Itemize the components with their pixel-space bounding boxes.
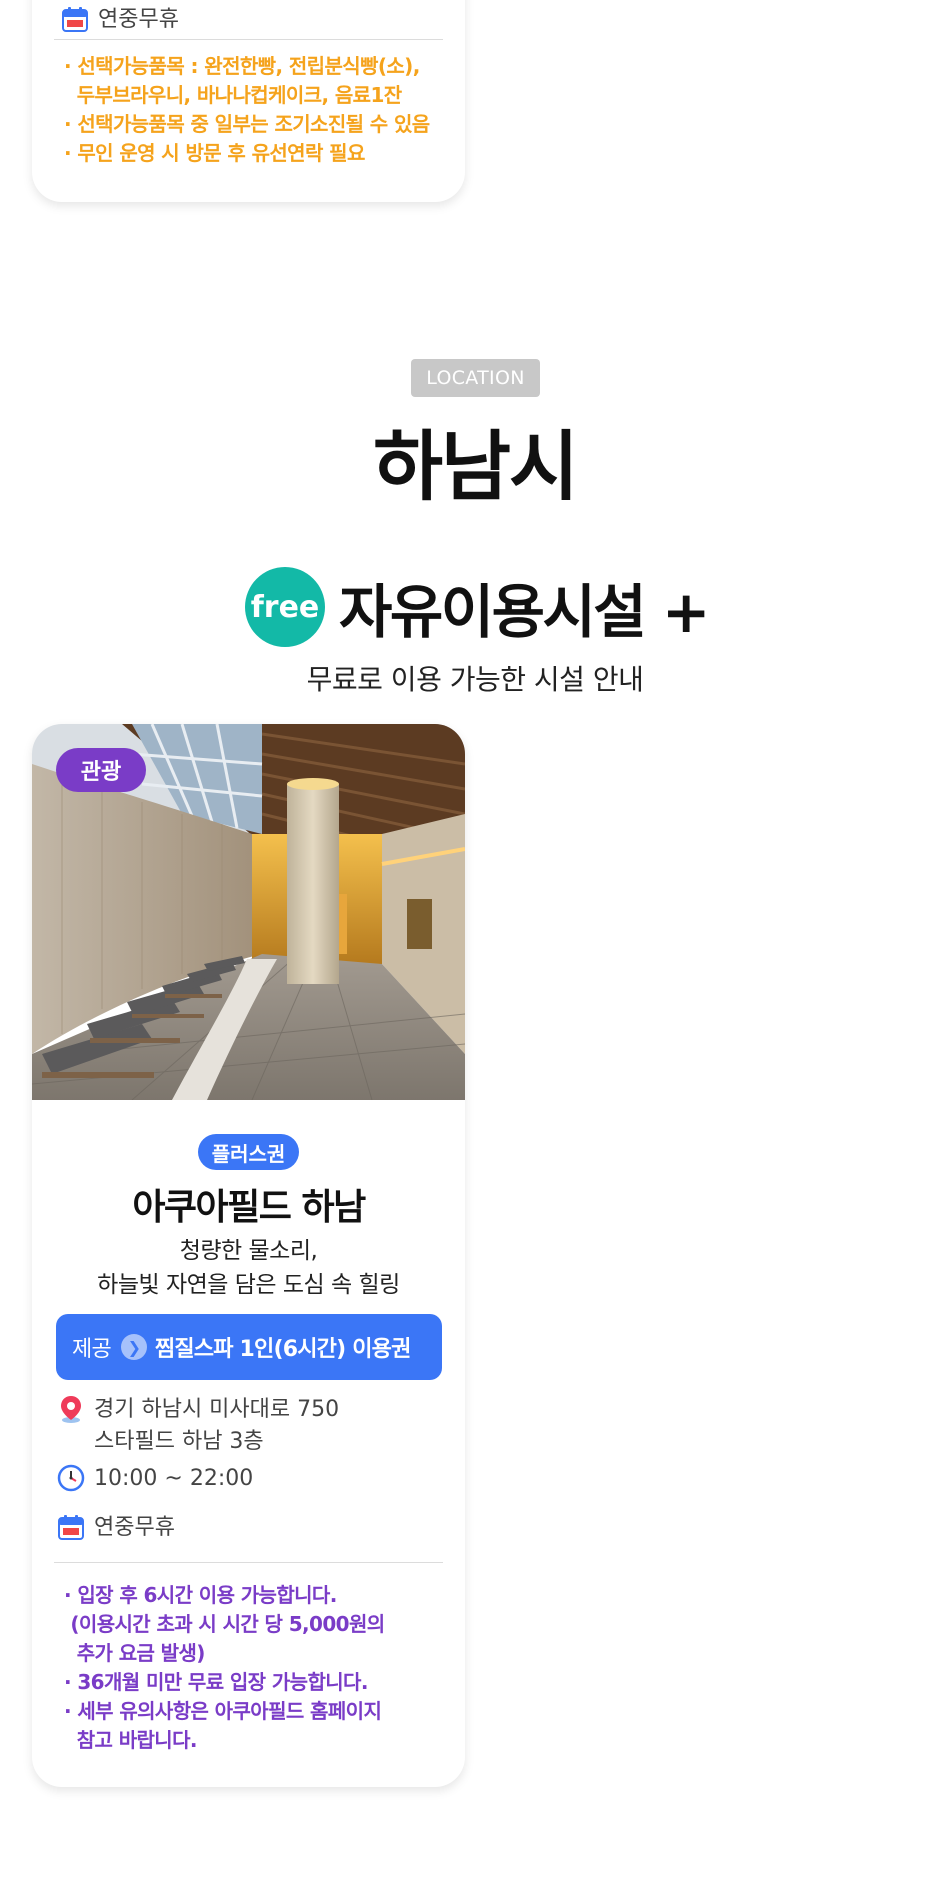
provide-label: 제공: [72, 1337, 112, 1362]
facility-card-previous: 연중무휴 · 선택가능품목 : 완전한빵, 전립분식빵(소), 두부브라우니, …: [32, 0, 465, 202]
city-title: 하남시: [373, 422, 579, 511]
hours-text: 10:00 ~ 22:00: [94, 1466, 254, 1491]
address-row: 경기 하남시 미사대로 750 스타필드 하남 3층: [56, 1394, 339, 1458]
hours-row: 10:00 ~ 22:00: [56, 1463, 253, 1495]
provide-value: 찜질스파 1인(6시간) 이용권: [154, 1337, 411, 1362]
address-text: 경기 하남시 미사대로 750 스타필드 하남 3층: [94, 1394, 339, 1458]
facility-card[interactable]: 관광 플러스권 아쿠아필드 하남 청량한 물소리, 하늘빛 자연을 담은 도심 …: [32, 724, 465, 1787]
calendar-icon: [58, 1515, 84, 1540]
category-badge: 관광: [56, 748, 146, 792]
closed-text: 연중무휴: [98, 7, 179, 32]
clock-icon: [57, 1464, 85, 1492]
pass-type-badge: 플러스권: [198, 1134, 299, 1170]
divider: [54, 1562, 443, 1563]
divider: [54, 39, 443, 40]
closed-row: 연중무휴: [56, 1512, 175, 1544]
notes-list: · 선택가능품목 : 완전한빵, 전립분식빵(소), 두부브라우니, 바나나컵케…: [32, 52, 450, 168]
note-line: · 세부 유의사항은 아쿠아필드 홈페이지: [64, 1699, 382, 1723]
free-badge: free: [245, 567, 325, 647]
address-line: 경기 하남시 미사대로 750: [94, 1397, 340, 1422]
address-line: 스타필드 하남 3층: [94, 1429, 264, 1454]
closed-row: 연중무휴: [60, 4, 179, 36]
facility-name: 아쿠아필드 하남: [132, 1187, 366, 1228]
free-section-title: 자유이용시설 +: [339, 578, 710, 646]
note-line: · 입장 후 6시간 이용 가능합니다.: [64, 1583, 337, 1607]
note-line: · 무인 운영 시 방문 후 유선연락 필요: [64, 141, 365, 165]
closed-text: 연중무휴: [94, 1515, 175, 1540]
note-line: 추가 요금 발생): [64, 1641, 206, 1665]
facility-description: 청량한 물소리, 하늘빛 자연을 담은 도심 속 힐링: [32, 1234, 465, 1302]
note-line: · 36개월 미만 무료 입장 가능합니다.: [64, 1670, 368, 1694]
note-line: (이용시간 초과 시 시간 당 5,000원의: [64, 1612, 385, 1636]
free-section-header: free 자유이용시설 +: [245, 567, 710, 647]
free-section-subtitle: 무료로 이용 가능한 시설 안내: [306, 663, 644, 696]
location-badge: LOCATION: [411, 359, 540, 397]
notes-list: · 입장 후 6시간 이용 가능합니다. (이용시간 초과 시 시간 당 5,0…: [32, 1581, 405, 1755]
note-line: · 선택가능품목 : 완전한빵, 전립분식빵(소),: [64, 54, 420, 78]
description-line: 청량한 물소리,: [179, 1238, 318, 1264]
description-line: 하늘빛 자연을 담은 도심 속 힐링: [97, 1272, 400, 1298]
facility-photo: 관광: [32, 724, 465, 1100]
note-line: 참고 바랍니다.: [64, 1728, 198, 1752]
calendar-icon: [62, 7, 88, 32]
location-pin-icon: [61, 1396, 81, 1423]
note-line: · 선택가능품목 중 일부는 조기소진될 수 있음: [64, 112, 430, 136]
provide-banner: 제공 ❯ 찜질스파 1인(6시간) 이용권: [56, 1314, 442, 1380]
note-line: 두부브라우니, 바나나컵케이크, 음료1잔: [64, 83, 402, 107]
chevron-right-icon: ❯: [120, 1334, 147, 1360]
